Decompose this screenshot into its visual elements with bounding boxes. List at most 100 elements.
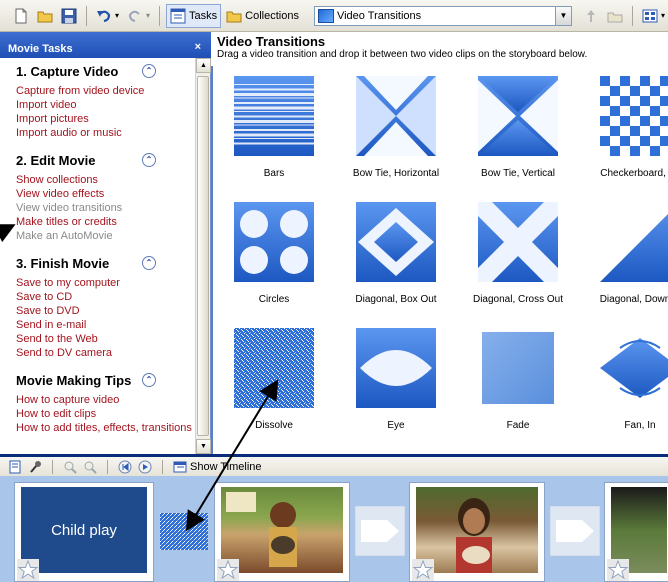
task-section-header[interactable]: 2. Edit Movie ⌃ xyxy=(0,147,196,173)
task-link[interactable]: Import audio or music xyxy=(16,126,196,140)
chevron-down-icon[interactable]: ▼ xyxy=(554,6,571,25)
collapse-chevron-icon[interactable]: ⌃ xyxy=(142,373,156,387)
task-link[interactable]: Show collections xyxy=(16,173,196,187)
bow-tie-horizontal-icon xyxy=(356,76,436,156)
task-link[interactable]: Send in e-mail xyxy=(16,318,196,332)
save-project-button[interactable] xyxy=(58,4,80,28)
redo-icon xyxy=(129,10,140,22)
diagonal-box-out-icon xyxy=(356,202,436,282)
open-project-button[interactable] xyxy=(34,4,56,28)
video-effect-star-icon[interactable] xyxy=(217,559,239,581)
transition-tile[interactable]: Fan, In xyxy=(585,328,668,431)
collapse-chevron-icon[interactable]: ⌃ xyxy=(142,64,156,78)
collapse-chevron-icon[interactable]: ⌃ xyxy=(142,153,156,167)
collections-folder-icon xyxy=(226,11,242,22)
scroll-up-icon[interactable]: ▲ xyxy=(196,58,211,73)
show-timeline-button[interactable]: Show Timeline xyxy=(173,460,262,474)
task-link[interactable]: Save to CD xyxy=(16,290,196,304)
redo-dropdown-icon[interactable]: ▾ xyxy=(146,11,150,20)
transition-tile[interactable]: Diagonal, Box Out xyxy=(341,202,451,305)
transition-label: Diagonal, Cross Out xyxy=(472,294,564,305)
tasks-icon xyxy=(170,8,186,23)
task-link[interactable]: How to capture video xyxy=(16,393,196,407)
transition-tile[interactable]: Diagonal, Cross Out xyxy=(463,202,573,305)
task-link[interactable]: View video effects xyxy=(16,187,196,201)
play-icon[interactable] xyxy=(138,460,152,474)
task-link[interactable]: Capture from video device xyxy=(16,84,196,98)
page-subtitle: Drag a video transition and drop it betw… xyxy=(217,49,588,60)
storyboard-transition-empty[interactable] xyxy=(354,505,406,557)
rewind-icon[interactable] xyxy=(118,460,132,474)
redo-button[interactable]: ▾ xyxy=(124,4,153,28)
view-thumbnails-icon xyxy=(642,9,658,22)
transition-label: Bow Tie, Horizontal xyxy=(352,168,440,179)
task-section-header[interactable]: 1. Capture Video ⌃ xyxy=(0,58,196,84)
video-effect-star-icon[interactable] xyxy=(17,559,39,581)
task-link[interactable]: Save to my computer xyxy=(16,276,196,290)
collapse-chevron-icon[interactable]: ⌃ xyxy=(142,256,156,270)
storyboard-clip-1[interactable] xyxy=(214,482,350,582)
video-effect-star-icon[interactable] xyxy=(607,559,629,581)
checkerboard-icon xyxy=(600,76,668,156)
task-link[interactable]: Import pictures xyxy=(16,112,196,126)
new-folder-icon xyxy=(607,12,623,22)
collections-dropdown[interactable]: Video Transitions ▼ xyxy=(313,5,572,26)
scroll-down-icon[interactable]: ▼ xyxy=(196,439,211,454)
views-dropdown-icon[interactable]: ▾ xyxy=(661,11,665,20)
task-section-header[interactable]: Movie Making Tips ⌃ xyxy=(0,367,196,393)
transition-label: Bars xyxy=(263,168,285,179)
task-section-header[interactable]: 3. Finish Movie ⌃ xyxy=(0,250,196,276)
page-title: Video Transitions xyxy=(217,34,326,49)
zoom-in-icon[interactable] xyxy=(63,460,77,474)
up-folder-icon xyxy=(586,9,595,22)
close-icon[interactable]: × xyxy=(195,41,201,53)
transition-tile[interactable]: Checkerboard, Ac xyxy=(585,76,668,179)
new-collection-button[interactable] xyxy=(604,4,626,28)
scrollbar-thumb[interactable] xyxy=(197,76,209,436)
views-button[interactable]: ▾ xyxy=(639,4,668,28)
toolbar-separator xyxy=(52,459,53,474)
timeline-icon xyxy=(173,461,187,472)
collections-label: Collections xyxy=(245,9,299,22)
transition-tile[interactable]: Eye xyxy=(341,328,451,431)
transition-tile[interactable]: Bow Tie, Vertical xyxy=(463,76,573,179)
collections-button[interactable]: Collections xyxy=(223,4,302,28)
up-level-button[interactable] xyxy=(580,4,602,28)
task-link[interactable]: Import video xyxy=(16,98,196,112)
transition-label: Diagonal, Box Out xyxy=(355,294,437,305)
tasks-label: Tasks xyxy=(189,9,218,22)
title-clip-preview: Child play xyxy=(21,487,147,573)
transition-tile[interactable]: Diagonal, Down R xyxy=(585,202,668,305)
storyboard-transition-empty[interactable] xyxy=(549,505,601,557)
storyboard-transition-dissolve[interactable] xyxy=(160,513,208,550)
tasks-button[interactable]: Tasks xyxy=(166,3,222,28)
bow-tie-vertical-icon xyxy=(478,76,558,156)
video-effect-star-icon[interactable] xyxy=(412,559,434,581)
undo-dropdown-icon[interactable]: ▾ xyxy=(115,11,119,20)
transition-tile[interactable]: Dissolve xyxy=(219,328,329,431)
new-project-button[interactable] xyxy=(10,4,32,28)
task-link[interactable]: Send to the Web xyxy=(16,332,196,346)
storyboard-clip-title[interactable]: Child play xyxy=(14,482,154,582)
storyboard-view-icon[interactable] xyxy=(8,460,22,474)
transition-tile[interactable]: Bars xyxy=(219,76,329,179)
task-link[interactable]: How to add titles, effects, transitions xyxy=(16,421,196,435)
task-link[interactable]: Send to DV camera xyxy=(16,346,196,360)
task-pane-scrollbar[interactable]: ▲ ▼ xyxy=(195,58,211,454)
transition-tile[interactable]: Bow Tie, Horizontal xyxy=(341,76,451,179)
movie-tasks-pane: Movie Tasks × 1. Capture Video ⌃ Capture f… xyxy=(0,32,211,454)
video-transitions-icon xyxy=(317,8,334,23)
undo-button[interactable]: ▾ xyxy=(93,4,122,28)
diagonal-down-right-icon xyxy=(600,202,668,282)
task-section-title: 2. Edit Movie xyxy=(16,152,96,168)
storyboard-clip-3[interactable] xyxy=(604,482,668,582)
transition-label: Circles xyxy=(258,294,290,305)
task-link[interactable]: How to edit clips xyxy=(16,407,196,421)
transition-tile[interactable]: Fade xyxy=(463,328,573,431)
storyboard-clip-2[interactable] xyxy=(409,482,545,582)
transition-tile[interactable]: Circles xyxy=(219,202,329,305)
narrate-microphone-icon[interactable] xyxy=(28,460,42,474)
zoom-out-icon[interactable] xyxy=(83,460,97,474)
task-link[interactable]: Save to DVD xyxy=(16,304,196,318)
task-link[interactable]: Make titles or credits xyxy=(16,215,196,229)
